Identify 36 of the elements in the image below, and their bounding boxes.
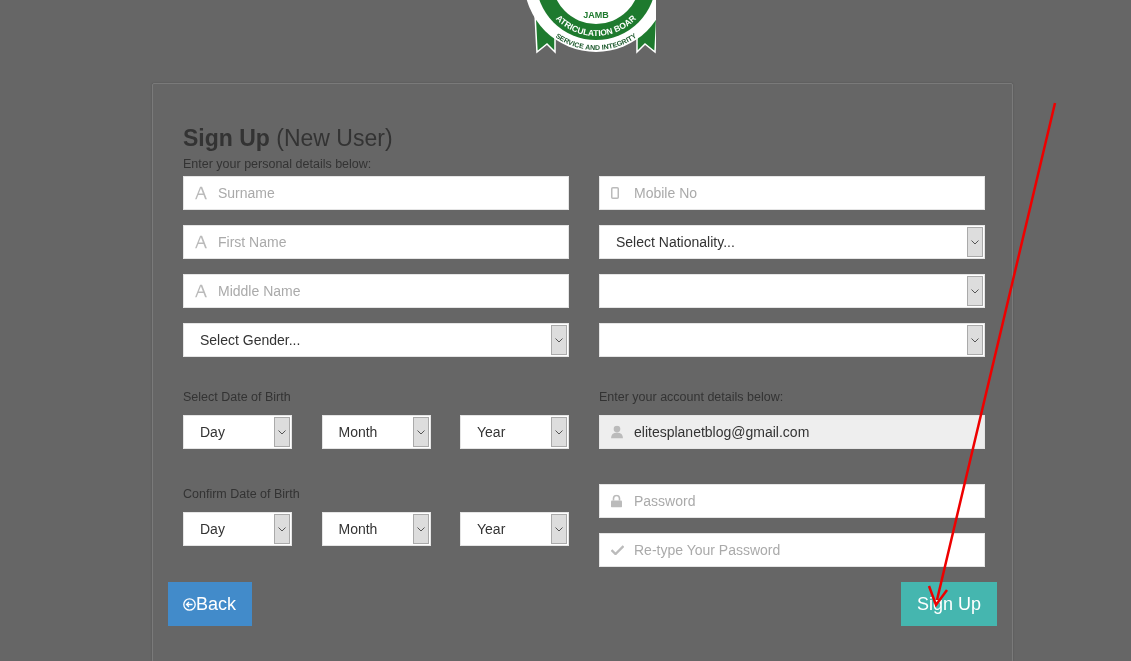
chevron-icon — [555, 526, 563, 532]
check-icon — [611, 545, 624, 555]
select-dropdown[interactable]: Day — [183, 415, 292, 449]
mobile-icon — [611, 187, 619, 199]
input-field[interactable]: Middle Name — [183, 274, 569, 308]
input-field[interactable]: Surname — [183, 176, 569, 210]
input-field[interactable]: First Name — [183, 225, 569, 259]
select-dropdown[interactable]: Year — [460, 512, 569, 546]
font-icon — [195, 235, 207, 249]
back-arrow-icon — [183, 597, 196, 611]
select-dropdown[interactable] — [599, 323, 985, 357]
chevron-icon — [971, 288, 979, 294]
select-dropdown[interactable]: Select Nationality... — [599, 225, 985, 259]
chevron-icon — [416, 429, 425, 435]
select-dropdown[interactable] — [599, 274, 985, 308]
select-dropdown[interactable]: Month — [321, 512, 431, 546]
select-dropdown[interactable]: Month — [321, 415, 431, 449]
email-field[interactable]: elitesplanetblog@gmail.com — [599, 415, 985, 449]
select-dropdown[interactable]: Day — [183, 512, 292, 546]
chevron-icon — [971, 239, 979, 245]
chevron-icon — [971, 337, 979, 343]
chevron-icon — [416, 526, 425, 532]
input-field[interactable]: Re-type Your Password — [599, 533, 985, 567]
font-icon — [195, 186, 207, 200]
select-dropdown[interactable]: Year — [460, 415, 569, 449]
back-button[interactable]: Back — [168, 582, 253, 626]
font-icon — [195, 284, 207, 298]
chevron-icon — [278, 526, 286, 532]
user-icon — [611, 425, 623, 439]
chevron-icon — [555, 429, 563, 435]
lock-icon — [611, 494, 622, 508]
input-field[interactable]: Mobile No — [599, 176, 985, 210]
chevron-icon — [278, 429, 286, 435]
input-field[interactable]: Password — [599, 484, 985, 518]
chevron-icon — [555, 337, 563, 343]
select-dropdown[interactable]: Select Gender... — [183, 323, 569, 357]
